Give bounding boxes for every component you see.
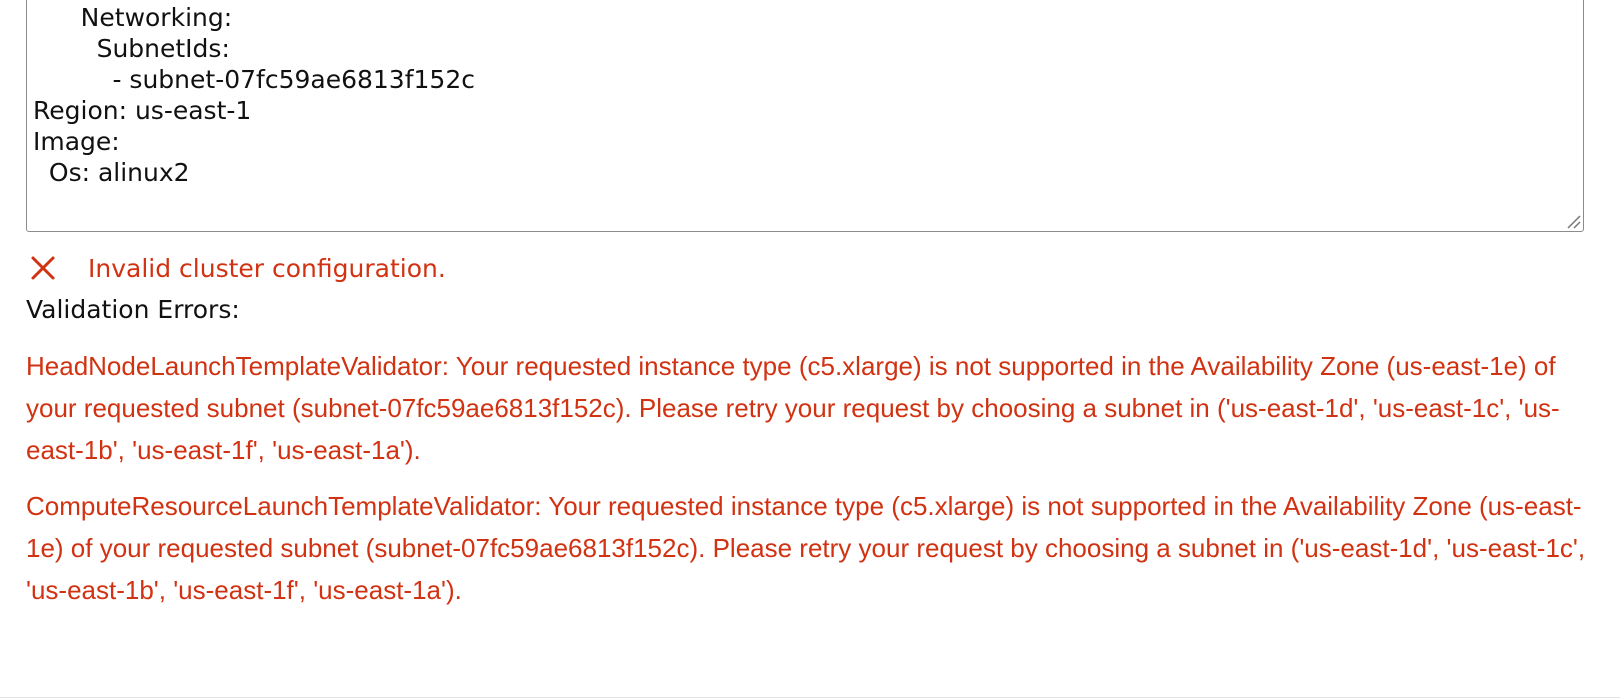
config-line: Os: alinux2	[33, 158, 190, 187]
config-line: - subnet-07fc59ae6813f152c	[33, 65, 475, 94]
config-line: Image:	[33, 127, 120, 156]
validation-errors-heading: Validation Errors:	[26, 295, 240, 324]
error-x-icon	[31, 256, 55, 280]
validation-error-item: ComputeResourceLaunchTemplateValidator: …	[26, 491, 1586, 605]
config-textarea[interactable]: Networking: SubnetIds: - subnet-07fc59ae…	[26, 0, 1584, 232]
config-line: Networking:	[33, 3, 233, 32]
validation-error-item: HeadNodeLaunchTemplateValidator: Your re…	[26, 351, 1560, 465]
status-message: Invalid cluster configuration.	[88, 253, 446, 283]
validation-status: Invalid cluster configuration.	[26, 250, 446, 286]
config-line: Region: us-east-1	[33, 96, 252, 125]
resize-handle-icon[interactable]	[1565, 213, 1581, 229]
config-line: SubnetIds:	[33, 34, 230, 63]
